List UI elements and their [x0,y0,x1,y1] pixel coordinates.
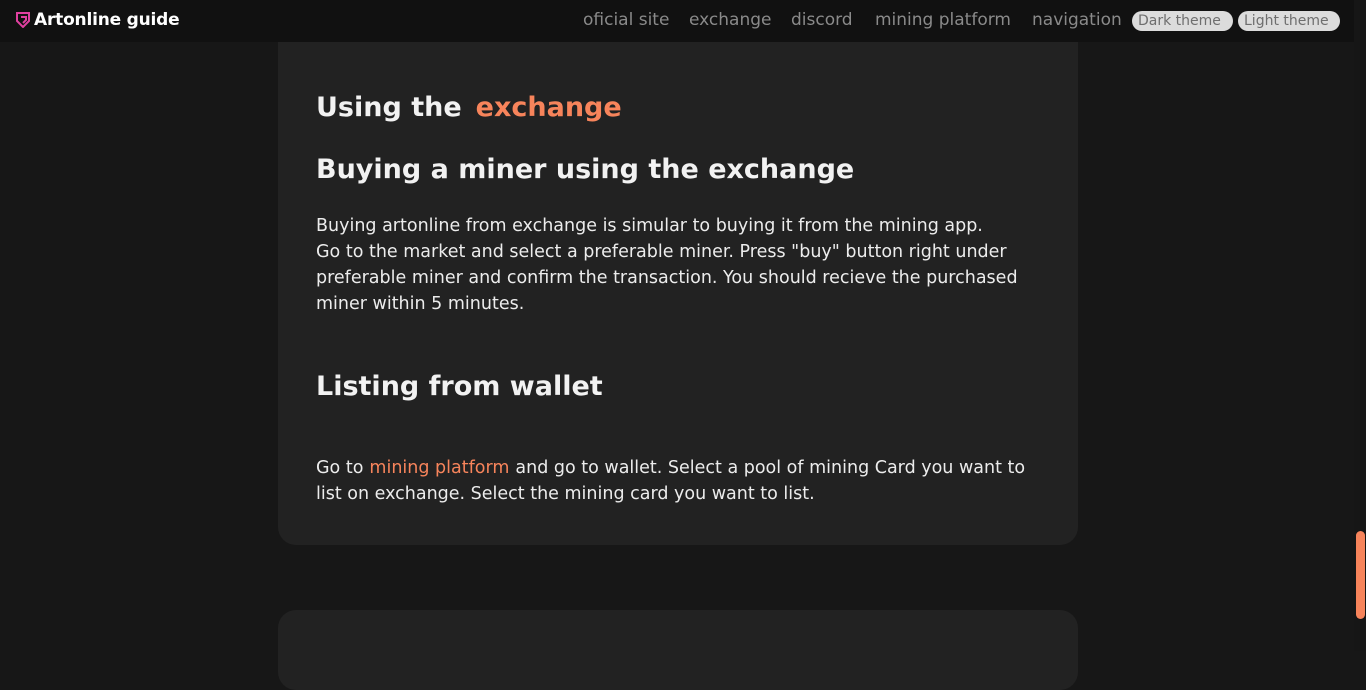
mining-platform-link[interactable]: mining platform [369,458,509,478]
buying-paragraph: Buying artonline from exchange is simula… [316,213,1036,317]
nav-link-official-site[interactable]: oficial site [583,9,669,31]
artonline-logo-icon [16,12,30,28]
listing-heading: Listing from wallet [316,371,603,402]
next-content-card [278,610,1078,690]
scrollbar-thumb[interactable] [1356,531,1365,619]
section-title-prefix: Using the [316,92,462,123]
dark-theme-button[interactable]: Dark theme [1132,11,1233,31]
buying-line-2: Go to the market and select a preferable… [316,242,1018,314]
nav-link-navigation[interactable]: navigation [1032,9,1122,31]
light-theme-button[interactable]: Light theme [1238,11,1340,31]
scrollbar-track[interactable] [1354,0,1366,651]
listing-text-before: Go to [316,458,364,478]
section-title: Using the exchange [316,92,622,123]
buying-line-1: Buying artonline from exchange is simula… [316,216,983,236]
buying-heading: Buying a miner using the exchange [316,154,855,185]
listing-paragraph: Go to mining platform and go to wallet. Se… [316,455,1036,507]
nav-link-exchange[interactable]: exchange [689,9,772,31]
nav-link-mining-platform[interactable]: mining platform [875,9,1011,31]
section-title-exchange-link[interactable]: exchange [476,92,622,123]
brand-title: Artonline guide [34,10,180,30]
top-navigation-bar: Artonline guide oficial site exchange di… [0,0,1366,42]
brand[interactable]: Artonline guide [16,10,180,30]
nav-link-discord[interactable]: discord [791,9,853,31]
